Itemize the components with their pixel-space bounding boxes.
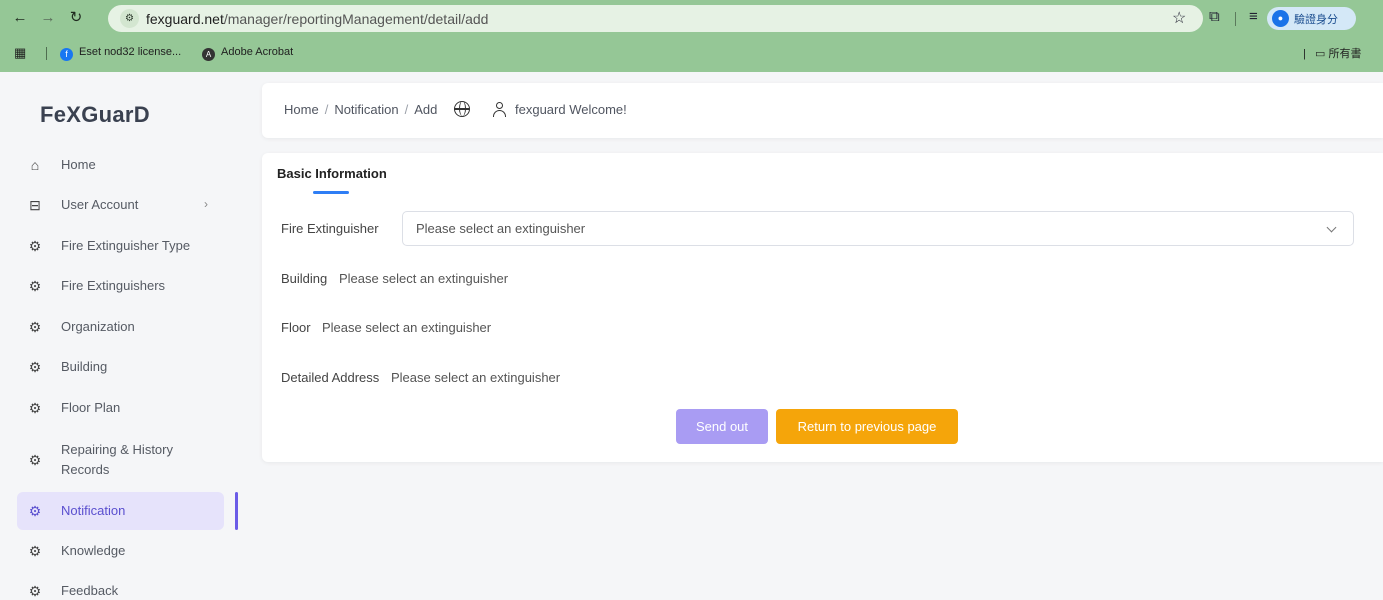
fire-extinguisher-label: Fire Extinguisher [281, 221, 379, 236]
floor-label: Floor [281, 320, 311, 335]
gear-icon: ⚙ [28, 452, 42, 468]
breadcrumb-notification[interactable]: Notification [334, 102, 398, 117]
tab-basic-information[interactable]: Basic Information [277, 166, 387, 181]
floor-value: Please select an extinguisher [322, 320, 492, 335]
sidebar-item-label: Organization [61, 319, 135, 334]
building-label: Building [281, 271, 328, 286]
forward-arrow-icon[interactable]: → [38, 8, 58, 28]
detailed-address-value: Please select an extinguisher [391, 370, 561, 385]
gear-icon: ⚙ [28, 400, 42, 416]
sidebar-item-label: Home [61, 157, 96, 172]
browser-toolbar: ← → ↻ ⚙ fexguard.net/manager/reportingMa… [0, 0, 1383, 37]
url-text: fexguard.net/manager/reportingManagement… [146, 11, 489, 27]
sidebar-item-organization[interactable]: ⚙ Organization [17, 308, 224, 346]
sidebar-item-home[interactable]: ⌂ Home [17, 146, 224, 184]
fire-extinguisher-select[interactable]: Please select an extinguisher [402, 211, 1354, 246]
building-value: Please select an extinguisher [339, 271, 509, 286]
chevron-down-icon [1326, 222, 1337, 233]
profile-label: 驗證身分 [1294, 14, 1338, 26]
sidebar-item-label: Fire Extinguishers [61, 278, 166, 293]
active-indicator [235, 492, 238, 530]
gear-icon: ⚙ [28, 359, 42, 375]
sidebar-item-label: Knowledge [61, 543, 126, 558]
sidebar-item-notification[interactable]: ⚙ Notification [17, 492, 224, 530]
sidebar-item-user-account[interactable]: ⊟ User Account › [17, 186, 224, 224]
header-bar: Home / Notification / Add fexguard Welcome! [262, 83, 1383, 138]
gear-icon: ⚙ [28, 278, 42, 294]
sidebar-item-label: Feedback [61, 583, 119, 598]
breadcrumb-home[interactable]: Home [284, 102, 319, 117]
sidebar-item-feedback[interactable]: ⚙ Feedback [17, 572, 224, 600]
toolbar-divider [1235, 12, 1236, 26]
breadcrumb-add: Add [414, 102, 438, 117]
sidebar-item-fire-extinguishers[interactable]: ⚙ Fire Extinguishers [17, 267, 224, 305]
sidebar-item-repairing-history[interactable]: ⚙ Repairing & History Records [17, 439, 224, 481]
gear-icon: ⚙ [28, 319, 42, 335]
chevron-right-icon: › [204, 197, 208, 211]
select-placeholder: Please select an extinguisher [416, 221, 586, 236]
detailed-address-label: Detailed Address [281, 370, 380, 385]
facebook-icon: f [60, 48, 73, 61]
sidebar-item-label: User Account [61, 197, 139, 212]
bookmark-eset[interactable]: f Eset nod32 license... [60, 46, 181, 61]
gear-icon: ⚙ [28, 543, 42, 559]
back-arrow-icon[interactable]: ← [10, 8, 30, 28]
table-icon: ⊟ [29, 197, 41, 213]
bookmarks-divider [46, 47, 47, 60]
extensions-icon[interactable]: ⧉ [1209, 8, 1220, 25]
reading-list-icon[interactable]: ≡ [1249, 8, 1258, 25]
welcome-text: fexguard Welcome! [515, 102, 627, 117]
all-bookmarks[interactable]: | ▭ 所有書 [1303, 45, 1362, 61]
form-card: Basic Information Fire Extinguisher Plea… [262, 153, 1383, 462]
sidebar-item-label: Floor Plan [61, 400, 121, 415]
sidebar-item-floor-plan[interactable]: ⚙ Floor Plan [17, 389, 224, 427]
return-button[interactable]: Return to previous page [776, 409, 958, 444]
gear-icon: ⚙ [28, 238, 42, 254]
app-logo: FeXGuarD [40, 102, 150, 127]
sidebar-item-label: Fire Extinguisher Type [61, 238, 191, 253]
sidebar-item-building[interactable]: ⚙ Building [17, 348, 224, 386]
site-settings-icon[interactable]: ⚙ [120, 9, 139, 28]
acrobat-icon: A [202, 48, 215, 61]
sidebar-item-knowledge[interactable]: ⚙ Knowledge [17, 532, 224, 570]
gear-icon: ⚙ [28, 503, 42, 519]
sidebar-item-label: Repairing & History Records [61, 442, 173, 477]
address-bar[interactable]: ⚙ fexguard.net/manager/reportingManageme… [108, 5, 1203, 32]
bookmarks-bar: ▦ f Eset nod32 license... A Adobe Acrobat … [0, 41, 1383, 65]
breadcrumb: Home / Notification / Add [284, 102, 438, 117]
bookmark-star-icon[interactable]: ☆ [1172, 8, 1186, 28]
apps-grid-icon[interactable]: ▦ [14, 45, 26, 61]
user-icon[interactable] [492, 102, 506, 117]
bookmark-adobe[interactable]: A Adobe Acrobat [202, 46, 293, 61]
profile-button[interactable]: ● 驗證身分 [1267, 7, 1356, 30]
gear-icon: ⚙ [28, 583, 42, 599]
globe-icon[interactable] [454, 101, 470, 117]
sidebar-item-label: Building [61, 359, 108, 374]
tab-underline [313, 191, 349, 194]
folder-icon: ▭ [1315, 48, 1326, 60]
reload-icon[interactable]: ↻ [66, 8, 86, 28]
sidebar-item-label: Notification [61, 503, 126, 518]
browser-chrome: ← → ↻ ⚙ fexguard.net/manager/reportingMa… [0, 0, 1383, 72]
home-icon: ⌂ [30, 157, 40, 173]
sidebar-item-fire-extinguisher-type[interactable]: ⚙ Fire Extinguisher Type [17, 227, 224, 265]
profile-avatar-icon: ● [1272, 10, 1289, 27]
send-out-button[interactable]: Send out [676, 409, 768, 444]
